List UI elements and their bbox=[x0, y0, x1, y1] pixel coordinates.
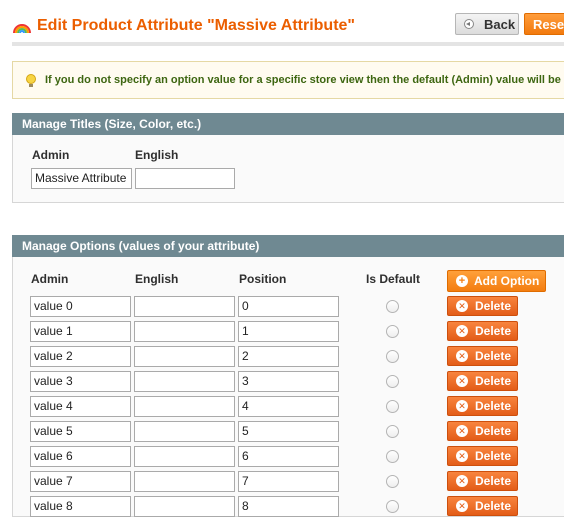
option-default-radio[interactable] bbox=[386, 300, 399, 313]
rainbow-icon bbox=[13, 24, 31, 33]
option-default-radio[interactable] bbox=[386, 500, 399, 513]
option-position-input[interactable]: 1 bbox=[238, 321, 339, 342]
option-delete-button[interactable]: ✕ Delete bbox=[447, 346, 518, 366]
delete-icon: ✕ bbox=[456, 300, 468, 312]
option-default-radio[interactable] bbox=[386, 450, 399, 463]
options-col-is-default: Is Default bbox=[366, 272, 421, 286]
title-english-input[interactable] bbox=[135, 168, 235, 189]
option-delete-button[interactable]: ✕ Delete bbox=[447, 396, 518, 416]
titles-col-english: English bbox=[135, 148, 179, 162]
option-position-input[interactable]: 8 bbox=[238, 496, 339, 517]
manage-titles-body: Admin English Massive Attribute bbox=[12, 135, 564, 203]
option-delete-button[interactable]: ✕ Delete bbox=[447, 321, 518, 341]
lightbulb-icon bbox=[26, 74, 36, 87]
delete-icon: ✕ bbox=[456, 450, 468, 462]
option-english-input[interactable] bbox=[134, 371, 235, 392]
delete-icon: ✕ bbox=[456, 375, 468, 387]
option-default-radio[interactable] bbox=[386, 325, 399, 338]
page-title: Edit Product Attribute "Massive Attribut… bbox=[37, 17, 356, 34]
option-admin-input[interactable]: value 6 bbox=[30, 446, 131, 467]
delete-label: Delete bbox=[475, 399, 512, 413]
delete-icon: ✕ bbox=[456, 500, 468, 512]
delete-icon: ✕ bbox=[456, 475, 468, 487]
delete-label: Delete bbox=[475, 499, 512, 513]
option-admin-input[interactable]: value 0 bbox=[30, 296, 131, 317]
option-delete-button[interactable]: ✕ Delete bbox=[447, 471, 518, 491]
delete-label: Delete bbox=[475, 324, 512, 338]
add-option-label: Add Option bbox=[474, 274, 540, 288]
option-default-radio[interactable] bbox=[386, 400, 399, 413]
title-admin-input[interactable]: Massive Attribute bbox=[31, 168, 132, 189]
delete-label: Delete bbox=[475, 449, 512, 463]
option-english-input[interactable] bbox=[134, 446, 235, 467]
option-delete-button[interactable]: ✕ Delete bbox=[447, 296, 518, 316]
option-position-input[interactable]: 2 bbox=[238, 346, 339, 367]
option-delete-button[interactable]: ✕ Delete bbox=[447, 421, 518, 441]
options-col-admin: Admin bbox=[31, 272, 69, 286]
delete-label: Delete bbox=[475, 474, 512, 488]
delete-icon: ✕ bbox=[456, 350, 468, 362]
reset-button-label: Reset bbox=[533, 17, 564, 32]
add-option-button[interactable]: + Add Option bbox=[447, 270, 546, 292]
manage-titles-heading: Manage Titles (Size, Color, etc.) bbox=[22, 117, 202, 131]
delete-label: Delete bbox=[475, 299, 512, 313]
option-default-radio[interactable] bbox=[386, 350, 399, 363]
reset-button[interactable]: Reset bbox=[524, 13, 564, 35]
option-admin-input[interactable]: value 7 bbox=[30, 471, 131, 492]
option-position-input[interactable]: 3 bbox=[238, 371, 339, 392]
back-arrow-icon bbox=[464, 19, 474, 29]
option-delete-button[interactable]: ✕ Delete bbox=[447, 371, 518, 391]
option-position-input[interactable]: 4 bbox=[238, 396, 339, 417]
options-col-position: Position bbox=[239, 272, 287, 286]
titles-col-admin: Admin bbox=[32, 148, 70, 162]
notice-text: If you do not specify an option value fo… bbox=[45, 74, 564, 86]
back-button-label: Back bbox=[484, 17, 516, 32]
options-col-english: English bbox=[135, 272, 179, 286]
option-admin-input[interactable]: value 8 bbox=[30, 496, 131, 517]
option-english-input[interactable] bbox=[134, 421, 235, 442]
option-position-input[interactable]: 0 bbox=[238, 296, 339, 317]
plus-icon: + bbox=[456, 275, 468, 287]
option-default-radio[interactable] bbox=[386, 375, 399, 388]
option-admin-input[interactable]: value 3 bbox=[30, 371, 131, 392]
option-english-input[interactable] bbox=[134, 496, 235, 517]
delete-label: Delete bbox=[475, 374, 512, 388]
notice-message: If you do not specify an option value fo… bbox=[12, 61, 564, 99]
delete-icon: ✕ bbox=[456, 400, 468, 412]
option-position-input[interactable]: 7 bbox=[238, 471, 339, 492]
option-position-input[interactable]: 5 bbox=[238, 421, 339, 442]
option-english-input[interactable] bbox=[134, 346, 235, 367]
header-divider bbox=[12, 42, 564, 46]
option-english-input[interactable] bbox=[134, 321, 235, 342]
manage-titles-header: Manage Titles (Size, Color, etc.) bbox=[12, 113, 564, 135]
option-admin-input[interactable]: value 5 bbox=[30, 421, 131, 442]
delete-icon: ✕ bbox=[456, 325, 468, 337]
option-delete-button[interactable]: ✕ Delete bbox=[447, 496, 518, 516]
delete-label: Delete bbox=[475, 349, 512, 363]
manage-options-header: Manage Options (values of your attribute… bbox=[12, 235, 564, 257]
option-default-radio[interactable] bbox=[386, 475, 399, 488]
option-english-input[interactable] bbox=[134, 471, 235, 492]
option-english-input[interactable] bbox=[134, 296, 235, 317]
option-english-input[interactable] bbox=[134, 396, 235, 417]
option-position-input[interactable]: 6 bbox=[238, 446, 339, 467]
option-delete-button[interactable]: ✕ Delete bbox=[447, 446, 518, 466]
option-admin-input[interactable]: value 1 bbox=[30, 321, 131, 342]
option-admin-input[interactable]: value 4 bbox=[30, 396, 131, 417]
manage-options-heading: Manage Options (values of your attribute… bbox=[22, 239, 260, 253]
back-button[interactable]: Back bbox=[455, 13, 519, 35]
page-header: Edit Product Attribute "Massive Attribut… bbox=[0, 0, 564, 46]
option-admin-input[interactable]: value 2 bbox=[30, 346, 131, 367]
option-default-radio[interactable] bbox=[386, 425, 399, 438]
delete-icon: ✕ bbox=[456, 425, 468, 437]
delete-label: Delete bbox=[475, 424, 512, 438]
